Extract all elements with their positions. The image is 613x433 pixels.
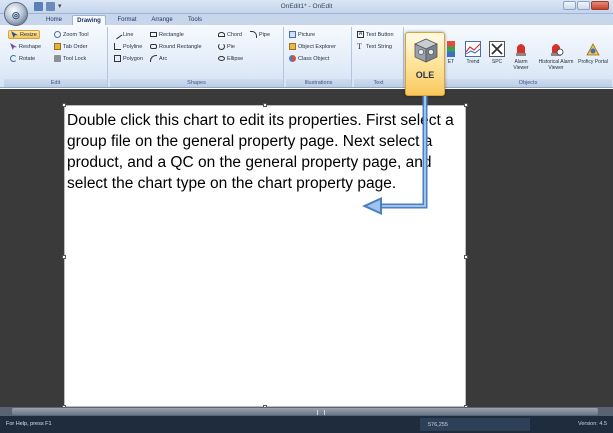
line-icon bbox=[112, 29, 123, 40]
class-object-button[interactable]: Class Object bbox=[289, 54, 329, 63]
group-label-objects: Objects bbox=[444, 79, 612, 87]
resize-handle-left[interactable] bbox=[62, 255, 66, 259]
chord-button[interactable]: Chord bbox=[218, 30, 242, 39]
resize-handle-top-left[interactable] bbox=[62, 103, 66, 107]
spc-icon bbox=[489, 41, 505, 57]
pie-button[interactable]: Pie bbox=[218, 42, 235, 51]
group-label-illustrations: Illustrations bbox=[286, 79, 351, 87]
polyline-icon bbox=[114, 43, 121, 50]
ole-cube-icon bbox=[414, 38, 438, 63]
pipe-icon bbox=[250, 31, 257, 38]
et-icon bbox=[447, 41, 455, 57]
historical-alarm-viewer-button[interactable]: Historical Alarm Viewer bbox=[536, 41, 576, 71]
resize-handle-top-right[interactable] bbox=[464, 103, 468, 107]
portal-icon bbox=[586, 43, 600, 56]
text-button-button[interactable]: A Text Button bbox=[357, 30, 394, 39]
reshape-icon bbox=[10, 43, 17, 50]
tab-format[interactable]: Format bbox=[112, 15, 142, 25]
group-label-edit: Edit bbox=[4, 79, 107, 87]
text-button-icon: A bbox=[357, 31, 364, 38]
object-explorer-icon bbox=[289, 43, 296, 50]
text-string-button[interactable]: T Text String bbox=[357, 42, 392, 51]
tab-order-icon bbox=[54, 43, 61, 50]
polygon-button[interactable]: Polygon bbox=[114, 54, 143, 63]
ribbon: Resize Zoom Tool Reshape Tab Order Rotat… bbox=[0, 25, 613, 88]
maximize-button[interactable] bbox=[577, 1, 590, 10]
resize-handle-top[interactable] bbox=[263, 103, 267, 107]
title-bar: ▾ OnEdit1* - OnEdit bbox=[0, 0, 613, 14]
tab-order-button[interactable]: Tab Order bbox=[54, 42, 87, 51]
picture-button[interactable]: Picture bbox=[289, 30, 315, 39]
spc-button[interactable]: SPC bbox=[488, 41, 506, 65]
pipe-button[interactable]: Pipe bbox=[250, 30, 270, 39]
chart-object[interactable]: Double click this chart to edit its prop… bbox=[64, 105, 466, 407]
chart-instruction-text: Double click this chart to edit its prop… bbox=[67, 112, 454, 192]
status-bar: For Help, press F1 576,255 Version: 4.5 bbox=[0, 416, 613, 433]
group-shapes: Line Rectangle Chord Pipe Polyline Round… bbox=[110, 27, 284, 87]
lock-icon bbox=[54, 55, 61, 62]
zoom-tool-button[interactable]: Zoom Tool bbox=[54, 30, 89, 39]
minimize-button[interactable] bbox=[563, 1, 576, 10]
resize-button[interactable]: Resize bbox=[8, 30, 40, 39]
historical-alarm-icon bbox=[551, 44, 564, 56]
reshape-button[interactable]: Reshape bbox=[10, 42, 41, 51]
window-controls bbox=[563, 1, 609, 10]
status-version: Version: 4.5 bbox=[577, 421, 607, 427]
proficy-portal-button[interactable]: Proficy Portal bbox=[578, 41, 608, 65]
rotate-icon bbox=[10, 55, 17, 62]
line-button[interactable]: Line bbox=[112, 29, 133, 40]
group-edit: Resize Zoom Tool Reshape Tab Order Rotat… bbox=[4, 27, 108, 87]
rotate-button[interactable]: Rotate bbox=[10, 54, 35, 63]
tab-tools[interactable]: Tools bbox=[182, 15, 208, 25]
text-string-icon: T bbox=[357, 42, 362, 51]
group-illustrations: Picture Object Explorer Class Object Ill… bbox=[286, 27, 352, 87]
ellipse-icon bbox=[218, 56, 225, 61]
pointer-icon bbox=[11, 31, 18, 38]
rectangle-button[interactable]: Rectangle bbox=[150, 30, 184, 39]
app-logo-icon: ◎ bbox=[12, 10, 20, 20]
et-button[interactable]: ET bbox=[444, 41, 458, 65]
ribbon-tabs: Home Drawing Format Arrange Tools bbox=[0, 14, 613, 25]
polygon-icon bbox=[114, 55, 121, 62]
trend-button[interactable]: Trend bbox=[460, 41, 486, 65]
polyline-button[interactable]: Polyline bbox=[114, 42, 142, 51]
picture-icon bbox=[289, 31, 296, 38]
tab-drawing[interactable]: Drawing bbox=[72, 15, 106, 25]
class-object-icon bbox=[289, 55, 296, 62]
scrollbar-grip-icon bbox=[317, 410, 325, 415]
scrollbar-thumb[interactable] bbox=[12, 408, 598, 415]
window-title: OnEdit1* - OnEdit bbox=[280, 3, 333, 10]
ellipse-button[interactable]: Ellipse bbox=[218, 54, 243, 63]
ole-label: OLE bbox=[415, 70, 435, 80]
arc-icon bbox=[150, 55, 157, 62]
resize-handle-right[interactable] bbox=[464, 255, 468, 259]
round-rectangle-button[interactable]: Round Rectangle bbox=[150, 42, 202, 51]
trend-icon bbox=[465, 41, 481, 57]
alarm-bell-icon bbox=[516, 44, 526, 56]
tab-home[interactable]: Home bbox=[40, 15, 68, 25]
status-help-text: For Help, press F1 bbox=[6, 421, 52, 427]
group-label-text: Text bbox=[354, 79, 403, 87]
alarm-viewer-button[interactable]: Alarm Viewer bbox=[508, 41, 534, 71]
group-label-shapes: Shapes bbox=[110, 79, 283, 87]
group-objects: ET Trend SPC Alarm Viewer Historical Ala… bbox=[444, 27, 612, 87]
close-button[interactable] bbox=[591, 1, 609, 10]
status-cursor-position: 576,255 bbox=[420, 418, 530, 431]
rectangle-icon bbox=[150, 32, 157, 37]
chord-icon bbox=[218, 32, 225, 37]
tool-lock-button[interactable]: Tool Lock bbox=[54, 54, 86, 63]
workspace: Double click this chart to edit its prop… bbox=[0, 89, 613, 409]
pie-icon bbox=[218, 43, 225, 50]
ole-button[interactable]: OLE bbox=[405, 32, 445, 96]
horizontal-scrollbar[interactable] bbox=[0, 407, 613, 416]
object-explorer-button[interactable]: Object Explorer bbox=[289, 42, 336, 51]
magnifier-icon bbox=[54, 31, 61, 38]
application-button[interactable]: ◎ bbox=[4, 2, 28, 26]
group-text: A Text Button T Text String Text bbox=[354, 27, 404, 87]
arc-button[interactable]: Arc bbox=[150, 54, 167, 63]
tab-arrange[interactable]: Arrange bbox=[146, 15, 178, 25]
round-rectangle-icon bbox=[150, 44, 157, 49]
